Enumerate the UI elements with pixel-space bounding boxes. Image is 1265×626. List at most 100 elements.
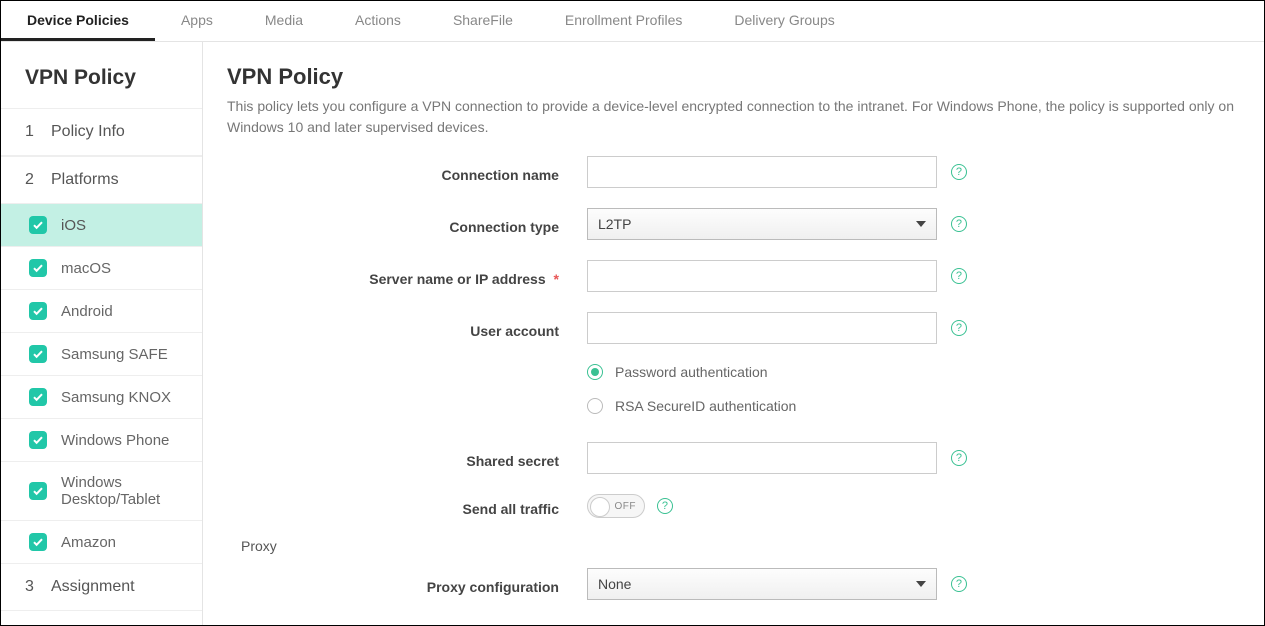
step-label: Policy Info [51,123,125,141]
label-user-account: User account [227,317,587,339]
label-server-name: Server name or IP address * [227,265,587,287]
row-send-all-traffic: Send all traffic OFF ? [227,494,1254,518]
step-number: 2 [25,171,39,189]
platform-label: Android [61,303,113,320]
select-value: L2TP [598,216,631,232]
label-proxy-config: Proxy configuration [227,573,587,595]
platform-samsung-knox[interactable]: Samsung KNOX [1,376,202,419]
checkbox-icon[interactable] [29,533,47,551]
label-send-all-traffic: Send all traffic [227,495,587,517]
checkbox-icon[interactable] [29,216,47,234]
tab-label: Delivery Groups [734,12,834,28]
section-proxy: Proxy [227,538,1254,554]
tab-apps[interactable]: Apps [155,1,239,41]
tab-label: Enrollment Profiles [565,12,683,28]
platform-windows-phone[interactable]: Windows Phone [1,419,202,462]
step-number: 1 [25,123,39,141]
platform-label: iOS [61,217,86,234]
help-icon[interactable]: ? [951,216,967,232]
server-name-input[interactable] [587,260,937,292]
label-connection-type: Connection type [227,213,587,235]
radio-label: Password authentication [615,364,768,380]
row-connection-type: Connection type L2TP ? [227,208,1254,240]
checkbox-icon[interactable] [29,259,47,277]
auth-password-row[interactable]: Password authentication [587,364,1254,380]
platform-samsung-safe[interactable]: Samsung SAFE [1,333,202,376]
tab-label: ShareFile [453,12,513,28]
help-icon[interactable]: ? [657,498,673,514]
platform-windows-desktop[interactable]: Windows Desktop/Tablet [1,462,202,521]
radio-password[interactable] [587,364,603,380]
send-all-traffic-toggle[interactable]: OFF [587,494,645,518]
row-server-name: Server name or IP address * ? [227,260,1254,292]
tab-label: Actions [355,12,401,28]
platform-label: Amazon [61,534,116,551]
tab-label: Device Policies [27,12,129,28]
control-user-account [587,312,937,344]
checkbox-icon[interactable] [29,388,47,406]
tab-actions[interactable]: Actions [329,1,427,41]
control-shared-secret [587,442,937,474]
connection-name-input[interactable] [587,156,937,188]
help-icon[interactable]: ? [951,450,967,466]
auth-rsa-row[interactable]: RSA SecureID authentication [587,398,1254,414]
tab-media[interactable]: Media [239,1,329,41]
platform-macos[interactable]: macOS [1,247,202,290]
help-icon[interactable]: ? [951,268,967,284]
help-icon[interactable]: ? [951,164,967,180]
checkbox-icon[interactable] [29,302,47,320]
platform-label: Samsung SAFE [61,346,168,363]
platform-label: macOS [61,260,111,277]
tab-delivery-groups[interactable]: Delivery Groups [708,1,860,41]
step-policy-info[interactable]: 1 Policy Info [1,108,202,156]
platform-ios[interactable]: iOS [1,204,202,247]
row-proxy-config: Proxy configuration None ? [227,568,1254,600]
sidebar: VPN Policy 1 Policy Info 2 Platforms iOS… [1,42,203,625]
main-panel: VPN Policy This policy lets you configur… [203,42,1264,625]
row-shared-secret: Shared secret ? [227,442,1254,474]
control-connection-type: L2TP [587,208,937,240]
connection-type-select[interactable]: L2TP [587,208,937,240]
proxy-config-select[interactable]: None [587,568,937,600]
platform-amazon[interactable]: Amazon [1,521,202,564]
page-description: This policy lets you configure a VPN con… [227,96,1254,138]
tab-enrollment-profiles[interactable]: Enrollment Profiles [539,1,709,41]
radio-label: RSA SecureID authentication [615,398,796,414]
tab-device-policies[interactable]: Device Policies [1,1,155,41]
checkbox-icon[interactable] [29,431,47,449]
tab-label: Media [265,12,303,28]
body: VPN Policy 1 Policy Info 2 Platforms iOS… [1,42,1264,625]
platform-label: Windows Phone [61,432,169,449]
sidebar-title: VPN Policy [1,42,202,108]
checkbox-icon[interactable] [29,482,47,500]
select-value: None [598,576,631,592]
control-server-name [587,260,937,292]
control-proxy-config: None [587,568,937,600]
step-assignment[interactable]: 3 Assignment [1,564,202,611]
shared-secret-input[interactable] [587,442,937,474]
platform-label: Samsung KNOX [61,389,171,406]
step-number: 3 [25,578,39,596]
tab-sharefile[interactable]: ShareFile [427,1,539,41]
platform-label: Windows Desktop/Tablet [61,474,178,508]
step-platforms[interactable]: 2 Platforms [1,156,202,204]
user-account-input[interactable] [587,312,937,344]
tab-label: Apps [181,12,213,28]
chevron-down-icon [916,221,926,227]
help-icon[interactable]: ? [951,576,967,592]
top-nav: Device Policies Apps Media Actions Share… [1,1,1264,42]
help-icon[interactable]: ? [951,320,967,336]
control-connection-name [587,156,937,188]
step-label: Platforms [51,171,119,189]
label-shared-secret: Shared secret [227,447,587,469]
radio-rsa[interactable] [587,398,603,414]
row-connection-name: Connection name ? [227,156,1254,188]
required-mark: * [554,271,559,287]
step-label: Assignment [51,578,135,596]
platform-android[interactable]: Android [1,290,202,333]
page-title: VPN Policy [227,64,1254,90]
checkbox-icon[interactable] [29,345,47,363]
label-connection-name: Connection name [227,161,587,183]
chevron-down-icon [916,581,926,587]
row-user-account: User account ? [227,312,1254,344]
